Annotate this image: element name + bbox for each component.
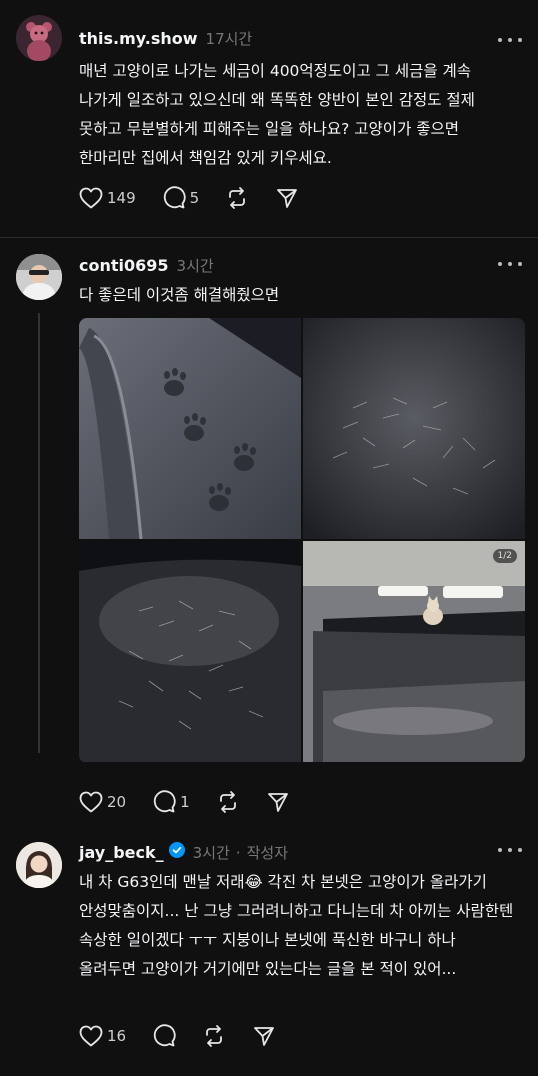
post-text: 매년 고양이로 나가는 세금이 400억정도이고 그 세금을 계속 나가게 일조… <box>79 62 475 167</box>
like-button[interactable]: 16 <box>79 1025 126 1047</box>
more-icon[interactable] <box>498 254 522 274</box>
share-button[interactable] <box>252 1024 276 1048</box>
heart-icon <box>79 791 103 813</box>
more-icon[interactable] <box>498 840 522 860</box>
teddy-bear-avatar-image <box>16 15 62 61</box>
author-tag: 작성자 <box>246 844 288 862</box>
heart-icon <box>79 187 103 209</box>
reply-button[interactable]: 1 <box>152 790 190 814</box>
post-header: this.my.show 17시간 <box>79 28 252 49</box>
post-time: 3시간 <box>176 257 214 275</box>
reply-button[interactable]: 5 <box>162 186 200 210</box>
like-count: 149 <box>107 189 136 207</box>
share-icon <box>277 189 298 208</box>
cat-hair-on-hood-image <box>79 541 301 762</box>
photo-cat-hair-1[interactable] <box>303 318 525 539</box>
share-button[interactable] <box>275 186 299 210</box>
repost-icon <box>206 1025 222 1047</box>
paw-prints-on-car-image <box>79 318 301 539</box>
user-avatar-image <box>16 842 62 888</box>
username[interactable]: jay_beck_ <box>79 843 164 862</box>
action-bar: 149 5 <box>79 186 325 210</box>
username[interactable]: this.my.show <box>79 29 198 48</box>
comment-icon <box>163 186 186 209</box>
post-time: 3시간 <box>192 844 230 862</box>
avatar[interactable] <box>16 842 62 888</box>
action-bar: 16 <box>79 1024 302 1048</box>
photo-paw-prints[interactable] <box>79 318 301 539</box>
reply-button[interactable] <box>152 1024 176 1048</box>
separator-dot: · <box>235 844 241 862</box>
post-text: 내 차 G63인데 맨날 저래😂 각진 차 본넷은 고양이가 올라가기 안성맞춤… <box>79 873 514 978</box>
verified-badge-icon <box>168 842 185 858</box>
post-divider <box>0 237 538 238</box>
photo-grid[interactable]: 1/2 <box>79 318 525 763</box>
user-avatar-image <box>16 254 62 300</box>
username[interactable]: conti0695 <box>79 256 169 275</box>
like-button[interactable]: 20 <box>79 791 126 813</box>
post-time: 17시간 <box>205 30 253 48</box>
like-count: 20 <box>107 793 127 811</box>
share-button[interactable] <box>266 790 290 814</box>
cat-hair-on-car-roof-image <box>303 318 525 539</box>
photo-page-badge: 1/2 <box>492 549 517 563</box>
like-button[interactable]: 149 <box>79 187 136 209</box>
avatar[interactable] <box>16 254 62 300</box>
comment-icon <box>153 790 176 813</box>
repost-button[interactable] <box>216 790 240 814</box>
share-icon <box>254 1027 274 1046</box>
photo-cat-on-car[interactable]: 1/2 <box>303 541 525 762</box>
post-header: jay_beck_ 3시간 · 작성자 <box>79 842 288 863</box>
comment-icon <box>153 1024 176 1047</box>
action-bar: 20 1 <box>79 790 316 814</box>
more-icon[interactable] <box>498 30 522 50</box>
like-count: 16 <box>107 1027 127 1045</box>
post-text: 다 좋은데 이것좀 해결해줬으면 <box>79 286 280 304</box>
repost-button[interactable] <box>225 186 249 210</box>
repost-button[interactable] <box>202 1024 226 1048</box>
repost-icon <box>219 791 236 813</box>
repost-icon <box>229 187 246 209</box>
photo-cat-hair-2[interactable] <box>79 541 301 762</box>
cat-on-g63-roof-image <box>303 541 525 762</box>
post-header: conti0695 3시간 <box>79 255 214 276</box>
heart-icon <box>79 1025 103 1047</box>
share-icon <box>267 793 288 812</box>
reply-count: 5 <box>189 189 200 207</box>
avatar[interactable] <box>16 15 62 61</box>
thread-line <box>38 313 40 753</box>
reply-count: 1 <box>180 793 190 811</box>
